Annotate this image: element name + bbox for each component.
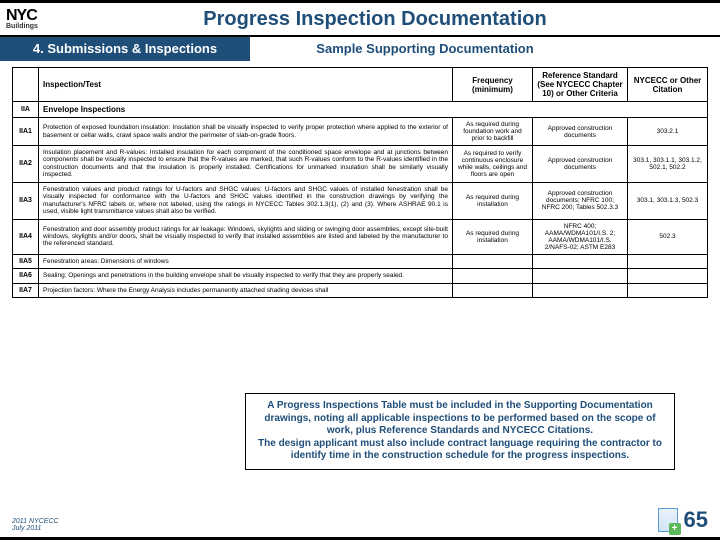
table-row: IIA4 Fenestration and door assembly prod… [13,219,708,254]
row-cite: 303.2.1 [628,118,708,146]
row-desc: Fenestration areas: Dimensions of window… [39,254,453,268]
row-cite: 303.1, 303.1.1, 303.1.2, 502.1, 502.2 [628,146,708,183]
row-ref: Approved construction documents [533,118,628,146]
group-name: Envelope Inspections [39,102,708,118]
row-id: IIA5 [13,254,39,268]
table-row: IIA3 Fenestration values and product rat… [13,182,708,219]
row-ref [533,283,628,297]
footer-date: July 2011 [12,525,59,533]
table-row: IIA1 Protection of exposed foundation in… [13,118,708,146]
row-id: IIA6 [13,269,39,283]
header: NYC Buildings Progress Inspection Docume… [0,3,720,37]
row-id: IIA2 [13,146,39,183]
row-cite [628,283,708,297]
table-container: Inspection/Test Frequency (minimum) Refe… [0,61,720,298]
row-ref: NFRC 400; AAMA/WDMA101/I.S. 2; AAMA/WDMA… [533,219,628,254]
row-freq: As required during foundation work and p… [453,118,533,146]
footer: 2011 NYCECC July 2011 65 [12,501,708,533]
row-freq [453,269,533,283]
table-row: IIA6 Sealing: Openings and penetrations … [13,269,708,283]
table-group-row: IIA Envelope Inspections [13,102,708,118]
th-inspection: Inspection/Test [39,68,453,102]
row-desc: Fenestration values and product ratings … [39,182,453,219]
th-frequency: Frequency (minimum) [453,68,533,102]
page-add-icon [658,508,678,532]
row-id: IIA7 [13,283,39,297]
row-ref [533,254,628,268]
row-freq [453,254,533,268]
row-freq: As required during installation [453,219,533,254]
row-id: IIA3 [13,182,39,219]
callout-line2: The design applicant must also include c… [254,438,666,463]
row-cite [628,254,708,268]
table-row: IIA5 Fenestration areas: Dimensions of w… [13,254,708,268]
page-number-group: 65 [658,507,708,533]
th-citation: NYCECC or Other Citation [628,68,708,102]
row-freq: As required during installation [453,182,533,219]
nyc-logo: NYC Buildings [0,7,90,32]
table-row: IIA7 Projection factors: Where the Energ… [13,283,708,297]
row-ref [533,269,628,283]
row-id: IIA4 [13,219,39,254]
row-ref: Approved construction documents [533,146,628,183]
breadcrumb: 4. Submissions & Inspections [0,37,250,61]
row-desc: Insulation placement and R-values: Insta… [39,146,453,183]
table-header-row: Inspection/Test Frequency (minimum) Refe… [13,68,708,102]
row-desc: Projection factors: Where the Energy Ana… [39,283,453,297]
row-desc: Fenestration and door assembly product r… [39,219,453,254]
th-reference: Reference Standard (See NYCECC Chapter 1… [533,68,628,102]
callout-line1: A Progress Inspections Table must be inc… [254,400,666,438]
logo-text-main: NYC [6,9,84,23]
row-desc: Sealing: Openings and penetrations in th… [39,269,453,283]
footer-code: 2011 NYCECC [12,518,59,526]
row-freq [453,283,533,297]
row-id: IIA1 [13,118,39,146]
row-cite: 303.1, 303.1.3, 502.3 [628,182,708,219]
row-cite [628,269,708,283]
row-freq: As required to verify continuous enclosu… [453,146,533,183]
subheader: 4. Submissions & Inspections Sample Supp… [0,37,720,61]
page-number: 65 [684,507,708,533]
inspections-table: Inspection/Test Frequency (minimum) Refe… [12,67,708,298]
callout-box: A Progress Inspections Table must be inc… [245,393,675,470]
th-blank [13,68,39,102]
footer-left: 2011 NYCECC July 2011 [12,518,59,533]
section-subtitle: Sample Supporting Documentation [250,37,720,61]
table-row: IIA2 Insulation placement and R-values: … [13,146,708,183]
row-cite: 502.3 [628,219,708,254]
row-desc: Protection of exposed foundation insulat… [39,118,453,146]
group-id: IIA [13,102,39,118]
row-ref: Approved construction documents; NFRC 10… [533,182,628,219]
logo-text-sub: Buildings [6,23,84,30]
page-title: Progress Inspection Documentation [90,8,720,31]
